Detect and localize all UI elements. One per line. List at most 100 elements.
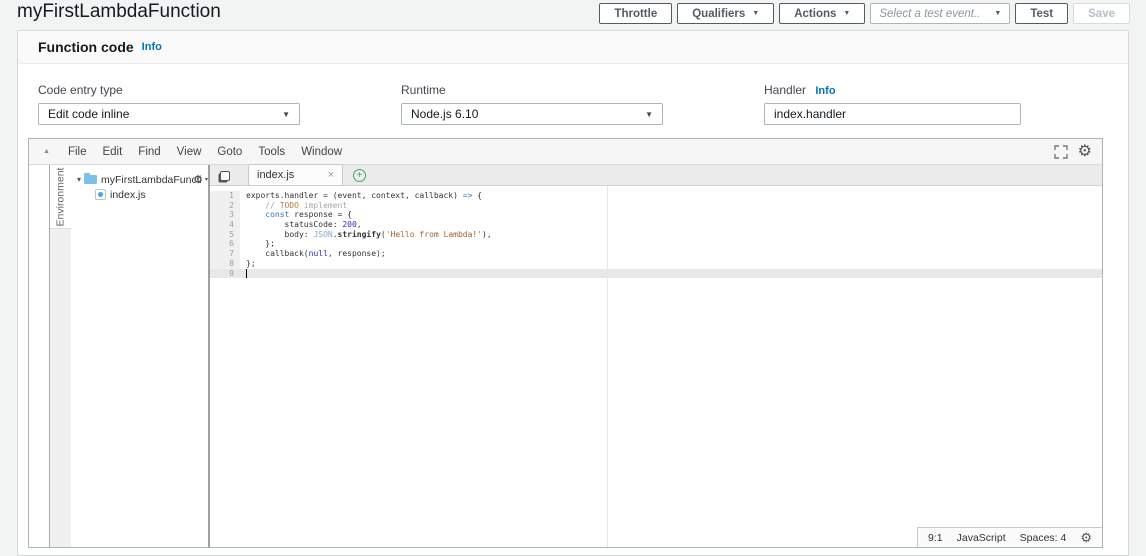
test-event-placeholder: Select a test event.. (879, 8, 994, 20)
menu-items: FileEditFindViewGotoToolsWindow (60, 146, 350, 158)
runtime-value: Node.js 6.10 (411, 107, 478, 121)
environment-tab[interactable]: Environment (50, 165, 71, 229)
qualifiers-button[interactable]: Qualifiers ▼ (677, 3, 774, 24)
tree-expand-caret-icon[interactable]: ▾ (77, 175, 81, 184)
tab-index-js[interactable]: index.js × (248, 164, 343, 185)
line-number: 4 (210, 220, 240, 230)
code-text: }; (240, 239, 275, 249)
javascript-file-icon (95, 189, 106, 200)
throttle-button[interactable]: Throttle (599, 3, 672, 24)
line-number: 1 (210, 191, 240, 201)
line-number: 5 (210, 230, 240, 240)
code-text (240, 269, 247, 279)
editor-settings-gear-icon[interactable]: ⚙ (1078, 144, 1092, 160)
code-line-8[interactable]: 8}; (210, 259, 1102, 269)
code-region: index.js × + 1exports.handler = (event, … (210, 165, 1102, 547)
code-line-6[interactable]: 6 }; (210, 239, 1102, 249)
actions-label: Actions (794, 8, 836, 20)
tree-folder-row[interactable]: ▾ myFirstLambdaFunctio ⚙ ▾ (71, 172, 208, 187)
line-number: 2 (210, 201, 240, 211)
topbar-actions: Throttle Qualifiers ▼ Actions ▼ Select a… (599, 3, 1130, 24)
code-entry-field: Code entry type Edit code inline ▼ (38, 83, 300, 125)
code-text: // TODO implement (240, 201, 347, 211)
panel-title: Function code (38, 39, 134, 55)
code-line-7[interactable]: 7 callback(null, response); (210, 249, 1102, 259)
runtime-select[interactable]: Node.js 6.10 ▼ (401, 103, 663, 125)
test-event-select[interactable]: Select a test event.. ▼ (870, 3, 1010, 24)
status-settings-gear-icon[interactable]: ⚙ (1080, 531, 1092, 544)
text-cursor (246, 269, 247, 278)
chevron-down-icon: ▼ (994, 10, 1001, 17)
line-number: 8 (210, 259, 240, 269)
code-text: exports.handler = (event, context, callb… (240, 191, 482, 201)
test-button[interactable]: Test (1015, 3, 1068, 24)
code-editor: ▲ FileEditFindViewGotoToolsWindow ⚙ Envi… (28, 138, 1103, 548)
code-line-1[interactable]: 1exports.handler = (event, context, call… (210, 191, 1102, 201)
code-line-4[interactable]: 4 statusCode: 200, (210, 220, 1102, 230)
runtime-field: Runtime Node.js 6.10 ▼ (401, 83, 663, 125)
handler-input[interactable]: index.handler (764, 103, 1021, 125)
line-number: 3 (210, 210, 240, 220)
code-entry-value: Edit code inline (48, 107, 129, 121)
chevron-down-icon: ▾ (205, 176, 208, 183)
editor-tabbar: index.js × + (210, 165, 1102, 186)
line-number: 9 (210, 269, 240, 279)
environment-tab-label: Environment (55, 167, 67, 226)
chevron-down-icon: ▼ (752, 10, 759, 17)
save-button[interactable]: Save (1073, 3, 1130, 24)
handler-info-link[interactable]: Info (815, 85, 835, 97)
tree-file-row[interactable]: index.js (71, 187, 208, 202)
code-line-3[interactable]: 3 const response = { (210, 210, 1102, 220)
cursor-position[interactable]: 9:1 (928, 532, 943, 544)
runtime-label: Runtime (401, 83, 663, 97)
menu-file[interactable]: File (60, 146, 95, 158)
code-line-5[interactable]: 5 body: JSON.stringify('Hello from Lambd… (210, 230, 1102, 240)
function-code-panel: Function code Info Code entry type Edit … (17, 30, 1129, 556)
folder-icon (84, 175, 97, 184)
menu-edit[interactable]: Edit (94, 146, 130, 158)
code-line-9[interactable]: 9 (210, 269, 1102, 279)
code-text: statusCode: 200, (240, 220, 362, 230)
handler-label: Handler (764, 83, 806, 97)
editor-statusbar: 9:1 JavaScript Spaces: 4 ⚙ (917, 527, 1102, 547)
line-number: 7 (210, 249, 240, 259)
code-text: const response = { (240, 210, 352, 220)
tab-list-icon[interactable] (220, 171, 230, 181)
handler-value: index.handler (774, 107, 846, 121)
handler-label-row: Handler Info (764, 83, 1021, 97)
close-tab-icon[interactable]: × (328, 169, 334, 181)
code-text: }; (240, 259, 256, 269)
collapse-menubar-icon[interactable]: ▲ (43, 148, 50, 155)
new-tab-plus-icon[interactable]: + (353, 169, 366, 182)
code-line-2[interactable]: 2 // TODO implement (210, 201, 1102, 211)
handler-field: Handler Info index.handler (764, 83, 1021, 125)
tab-label: index.js (257, 169, 328, 181)
menu-view[interactable]: View (169, 146, 210, 158)
editor-menubar: ▲ FileEditFindViewGotoToolsWindow ⚙ (29, 139, 1102, 165)
menu-find[interactable]: Find (130, 146, 168, 158)
chevron-down-icon: ▼ (843, 10, 850, 17)
menu-tools[interactable]: Tools (250, 146, 293, 158)
panel-info-link[interactable]: Info (142, 41, 162, 53)
code-text: body: JSON.stringify('Hello from Lambda!… (240, 230, 492, 240)
language-mode[interactable]: JavaScript (957, 532, 1006, 544)
code-text: callback(null, response); (240, 249, 386, 259)
page-title: myFirstLambdaFunction (17, 1, 221, 23)
fullscreen-icon[interactable] (1054, 145, 1068, 159)
menu-window[interactable]: Window (293, 146, 350, 158)
top-bar: myFirstLambdaFunction Throttle Qualifier… (0, 0, 1146, 30)
tree-file-name: index.js (110, 189, 146, 201)
chevron-down-icon: ▼ (645, 110, 653, 119)
menu-goto[interactable]: Goto (209, 146, 250, 158)
environment-strip: Environment (49, 165, 71, 547)
code-entry-select[interactable]: Edit code inline ▼ (38, 103, 300, 125)
code-lines: 1exports.handler = (event, context, call… (210, 186, 1102, 278)
folder-settings-gear-icon[interactable]: ⚙ (193, 173, 203, 186)
qualifiers-label: Qualifiers (692, 8, 745, 20)
code-area[interactable]: 1exports.handler = (event, context, call… (210, 186, 1102, 547)
actions-button[interactable]: Actions ▼ (779, 3, 865, 24)
code-entry-label: Code entry type (38, 83, 300, 97)
line-number: 6 (210, 239, 240, 249)
file-tree: ▾ myFirstLambdaFunctio ⚙ ▾ index.js (71, 165, 210, 547)
spaces-setting[interactable]: Spaces: 4 (1020, 532, 1067, 544)
